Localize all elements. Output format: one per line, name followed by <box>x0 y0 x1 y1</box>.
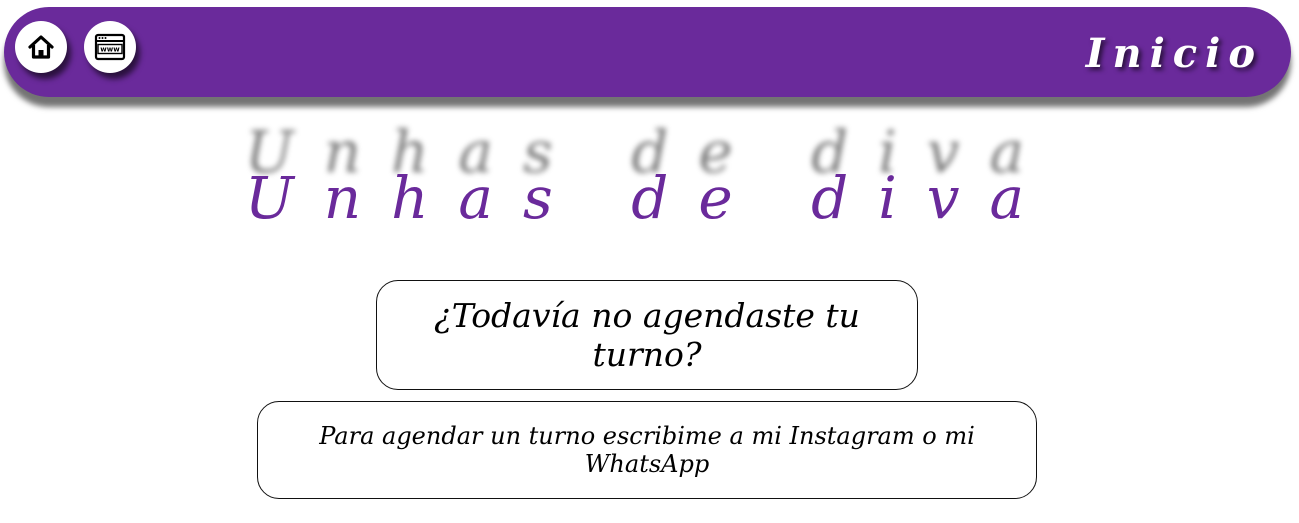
www-browser-icon: www <box>94 33 126 61</box>
appointment-question-box: ¿Todavía no agendaste tu turno? <box>376 280 918 390</box>
website-button[interactable]: www <box>84 21 136 73</box>
home-icon <box>28 35 54 59</box>
home-button[interactable] <box>15 21 67 73</box>
booking-info-box: Para agendar un turno escribime a mi Ins… <box>257 401 1037 499</box>
booking-info-text: Para agendar un turno escribime a mi Ins… <box>319 422 975 478</box>
top-navbar: www Inicio <box>4 7 1291 97</box>
svg-text:www: www <box>100 46 120 54</box>
brand-logo: Unhas de diva Unhas de diva <box>0 118 1299 236</box>
brand-name: Unhas de diva <box>244 164 1055 232</box>
appointment-question-text: ¿Todavía no agendaste tu turno? <box>434 296 860 374</box>
page-title: Inicio <box>1085 30 1263 77</box>
